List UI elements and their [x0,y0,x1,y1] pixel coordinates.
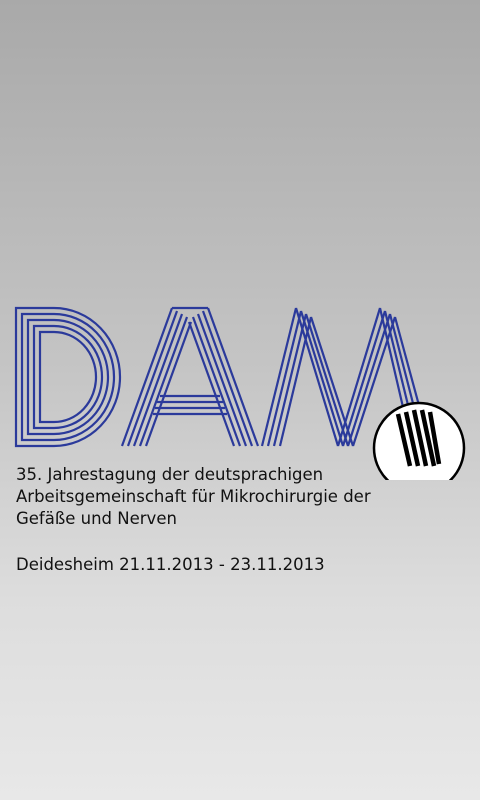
dam-logo [14,306,466,480]
logo-letter-d [14,306,122,448]
logo-letter-a [120,306,260,447]
conference-description: 35. Jahrestagung der deutsprachigen Arbe… [16,465,371,528]
conference-location-dates: Deidesheim 21.11.2013 - 23.11.2013 [16,555,325,574]
